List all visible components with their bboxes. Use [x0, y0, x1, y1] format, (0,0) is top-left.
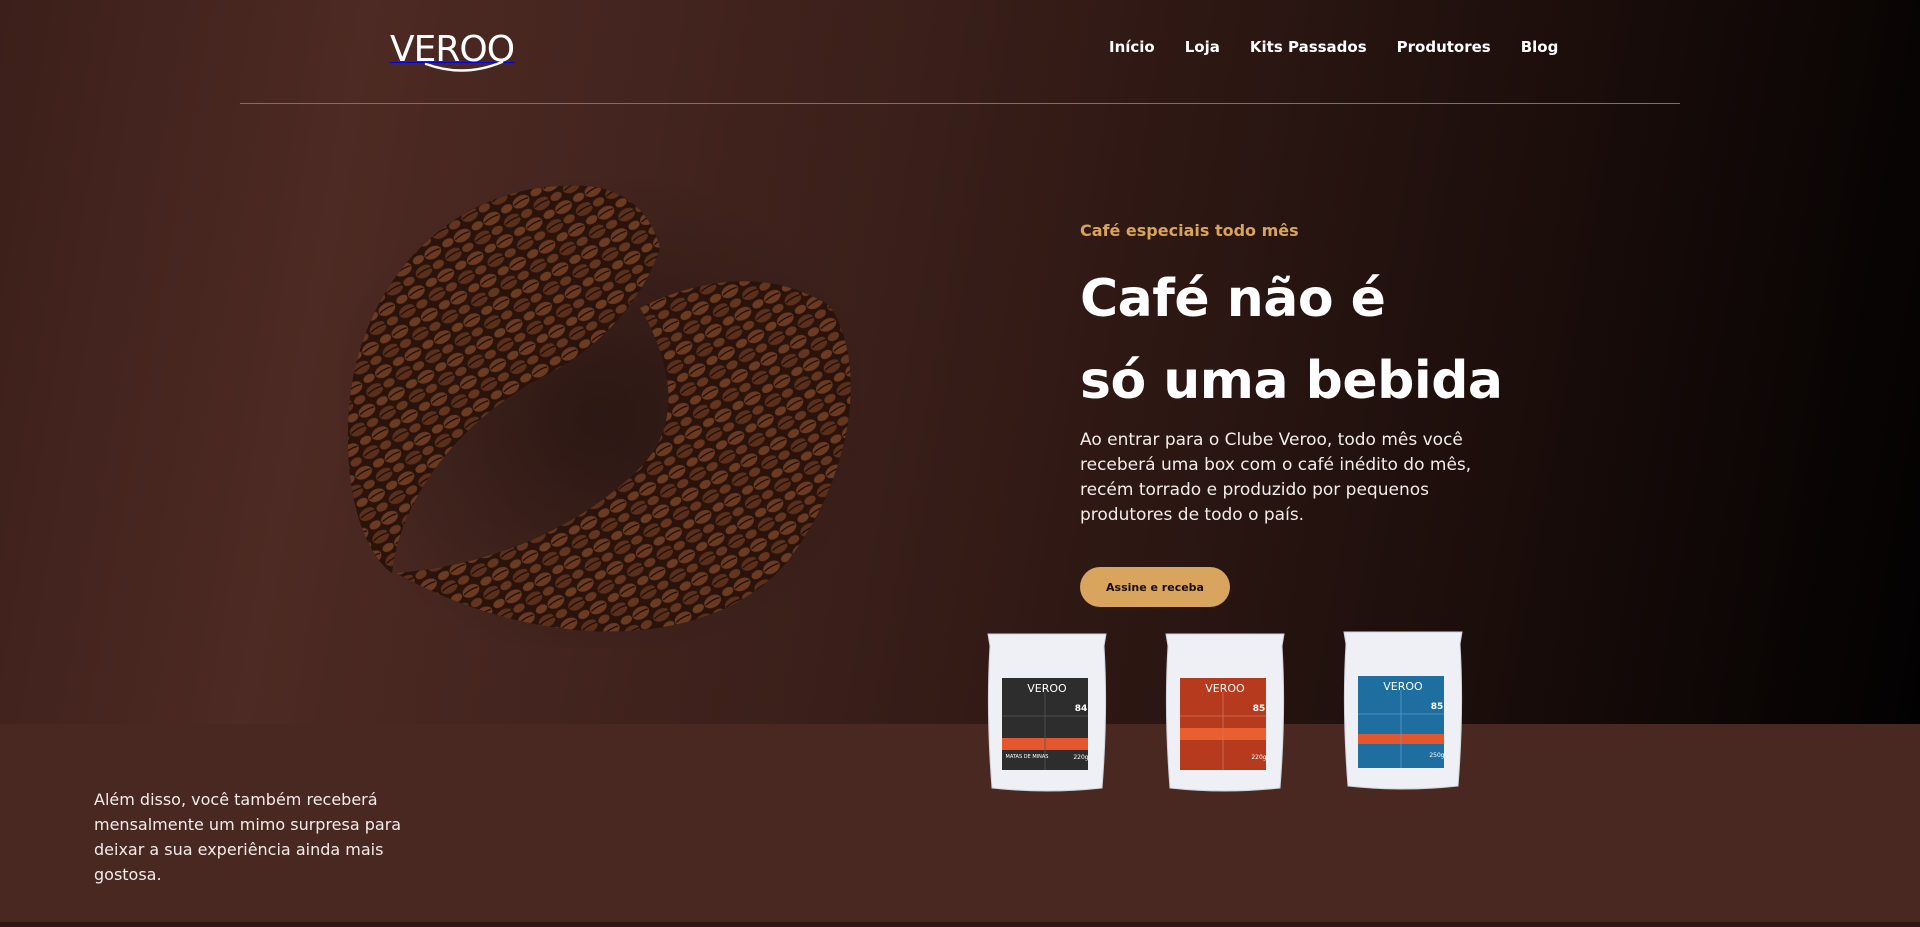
nav-loja[interactable]: Loja — [1185, 38, 1220, 56]
logo-swoosh-icon — [424, 60, 504, 72]
coffee-bag-3: VEROO 85 250g — [1338, 630, 1468, 792]
nav-produtores[interactable]: Produtores — [1397, 38, 1491, 56]
veroo-logo[interactable]: VEROO — [390, 30, 515, 76]
subscribe-button[interactable]: Assine e receba — [1080, 567, 1230, 607]
nav-kits-passados[interactable]: Kits Passados — [1250, 38, 1367, 56]
extra-gift-text: Além disso, você também receberá mensalm… — [94, 790, 402, 884]
coffee-bean-image — [320, 168, 880, 668]
header-divider — [240, 103, 1680, 104]
headline-line-2: só uma bebida — [1080, 351, 1503, 411]
hero-eyebrow: Café especiais todo mês — [1080, 221, 1299, 240]
headline-line-1: Café não é — [1080, 269, 1386, 329]
coffee-bag-1: VEROO 84 MATAS DE MINAS 220g — [982, 632, 1112, 794]
hero-lead-text: Ao entrar para o Clube Veroo, todo mês v… — [1080, 430, 1472, 525]
hero-headline: Café não é só uma bebida — [1080, 258, 1560, 422]
main-nav: Início Loja Kits Passados Produtores Blo… — [1109, 38, 1558, 56]
coffee-bag-2: VEROO 85 220g — [1160, 632, 1290, 794]
hero-section — [0, 0, 1920, 724]
bottom-strip — [0, 922, 1920, 927]
nav-blog[interactable]: Blog — [1521, 38, 1559, 56]
nav-inicio[interactable]: Início — [1109, 38, 1155, 56]
